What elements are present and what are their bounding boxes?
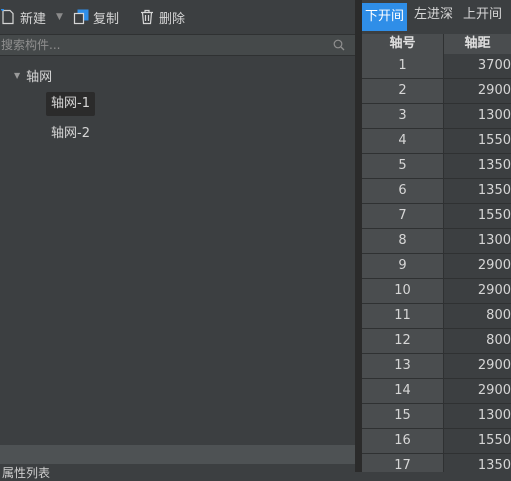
axis-number-cell: 16 bbox=[362, 429, 444, 453]
properties-panel-title: 属性列表 bbox=[2, 466, 51, 480]
toolbar: 新建 ▼ 复制 删除 bbox=[0, 0, 356, 34]
axis-spacing-cell[interactable]: 1350 bbox=[444, 179, 511, 203]
axis-number-cell: 8 bbox=[362, 229, 444, 253]
table-row[interactable]: 1 3700 bbox=[362, 54, 511, 79]
table-row[interactable]: 17 1350 bbox=[362, 454, 511, 472]
table-row[interactable]: 4 1550 bbox=[362, 129, 511, 154]
table-row[interactable]: 3 1300 bbox=[362, 104, 511, 129]
tree-root[interactable]: ▼ 轴网 bbox=[14, 66, 52, 85]
axis-number-cell: 3 bbox=[362, 104, 444, 128]
delete-button[interactable]: 删除 bbox=[139, 0, 191, 34]
trash-icon bbox=[139, 9, 155, 25]
expand-arrow-icon[interactable]: ▼ bbox=[14, 71, 20, 80]
copy-button[interactable]: 复制 bbox=[73, 0, 125, 34]
axis-number-cell: 9 bbox=[362, 254, 444, 278]
axis-spacing-cell[interactable]: 1300 bbox=[444, 229, 511, 253]
tree-item-label: 轴网-1 bbox=[51, 96, 90, 111]
axis-spacing-cell[interactable]: 800 bbox=[444, 329, 511, 353]
search-icon[interactable] bbox=[333, 39, 345, 51]
axis-number-cell: 10 bbox=[362, 279, 444, 303]
axis-spacing-cell[interactable]: 2900 bbox=[444, 379, 511, 403]
axis-spacing-cell[interactable]: 3700 bbox=[444, 54, 511, 78]
copy-button-label: 复制 bbox=[92, 11, 119, 27]
table-row[interactable]: 7 1550 bbox=[362, 204, 511, 229]
table-row[interactable]: 8 1300 bbox=[362, 229, 511, 254]
axis-number-cell: 5 bbox=[362, 154, 444, 178]
column-header-axis-spacing: 轴距 bbox=[464, 36, 491, 51]
table-row[interactable]: 13 2900 bbox=[362, 354, 511, 379]
axis-spacing-cell[interactable]: 1300 bbox=[444, 404, 511, 428]
axis-number-cell: 1 bbox=[362, 54, 444, 78]
new-file-icon bbox=[0, 8, 16, 25]
new-button-label: 新建 bbox=[20, 11, 47, 27]
axis-number-cell: 11 bbox=[362, 304, 444, 328]
axis-number-cell: 7 bbox=[362, 204, 444, 228]
axis-number-cell: 14 bbox=[362, 379, 444, 403]
table-row[interactable]: 15 1300 bbox=[362, 404, 511, 429]
table-row[interactable]: 14 2900 bbox=[362, 379, 511, 404]
axis-number-cell: 2 bbox=[362, 79, 444, 103]
axis-number-cell: 15 bbox=[362, 404, 444, 428]
table-row[interactable]: 9 2900 bbox=[362, 254, 511, 279]
axis-number-cell: 6 bbox=[362, 179, 444, 203]
tree-item-label: 轴网-2 bbox=[51, 126, 90, 141]
table-row[interactable]: 6 1350 bbox=[362, 179, 511, 204]
axis-spacing-cell[interactable]: 1350 bbox=[444, 154, 511, 178]
axis-spacing-cell[interactable]: 1550 bbox=[444, 129, 511, 153]
table-row[interactable]: 12 800 bbox=[362, 329, 511, 354]
new-button[interactable]: 新建 bbox=[0, 0, 52, 34]
tree-item[interactable]: 轴网-2 bbox=[46, 122, 95, 146]
axis-spacing-cell[interactable]: 1550 bbox=[444, 429, 511, 453]
tree-root-label: 轴网 bbox=[26, 70, 53, 85]
vertical-splitter[interactable] bbox=[355, 0, 362, 472]
tab-bar: 下开间 左进深 上开间 bbox=[362, 0, 509, 34]
tab-bottom-bay[interactable]: 下开间 bbox=[362, 3, 408, 31]
table-row[interactable]: 5 1350 bbox=[362, 154, 511, 179]
tab-top-bay[interactable]: 上开间 bbox=[460, 0, 505, 30]
axis-number-cell: 17 bbox=[362, 454, 444, 472]
search-input[interactable] bbox=[0, 35, 321, 55]
table-header: 轴号 轴距 bbox=[362, 34, 511, 54]
table-row[interactable]: 10 2900 bbox=[362, 279, 511, 304]
axis-number-cell: 12 bbox=[362, 329, 444, 353]
table-row[interactable]: 11 800 bbox=[362, 304, 511, 329]
axis-spacing-cell[interactable]: 2900 bbox=[444, 254, 511, 278]
axis-number-cell: 4 bbox=[362, 129, 444, 153]
axis-spacing-cell[interactable]: 2900 bbox=[444, 79, 511, 103]
axis-number-cell: 13 bbox=[362, 354, 444, 378]
table-row[interactable]: 16 1550 bbox=[362, 429, 511, 454]
copy-icon bbox=[73, 9, 89, 25]
axis-spacing-cell[interactable]: 1300 bbox=[444, 104, 511, 128]
column-header-axis-number: 轴号 bbox=[362, 34, 444, 54]
delete-button-label: 删除 bbox=[158, 11, 185, 27]
search-bar bbox=[0, 34, 355, 56]
horizontal-splitter[interactable] bbox=[0, 445, 356, 464]
axis-grid-editor: 下开间 左进深 上开间 轴号 轴距 1 3700 2 2900 3 1300 4 1550 5 1… bbox=[362, 0, 511, 472]
chevron-down-icon[interactable]: ▼ bbox=[56, 12, 63, 22]
axis-spacing-cell[interactable]: 2900 bbox=[444, 279, 511, 303]
table-row[interactable]: 2 2900 bbox=[362, 79, 511, 104]
table-body: 1 3700 2 2900 3 1300 4 1550 5 1350 6 1350 7 1550 8 1300… bbox=[362, 54, 511, 472]
axis-spacing-cell[interactable]: 1550 bbox=[444, 204, 511, 228]
axis-spacing-cell[interactable]: 1350 bbox=[444, 454, 511, 472]
tree-item[interactable]: 轴网-1 bbox=[46, 92, 95, 116]
axis-spacing-cell[interactable]: 2900 bbox=[444, 354, 511, 378]
axis-spacing-cell[interactable]: 800 bbox=[444, 304, 511, 328]
left-panel: 新建 ▼ 复制 删除 ▼ 轴网 轴网-1 轴网-2 bbox=[0, 0, 356, 480]
tab-left-depth[interactable]: 左进深 bbox=[411, 0, 456, 30]
